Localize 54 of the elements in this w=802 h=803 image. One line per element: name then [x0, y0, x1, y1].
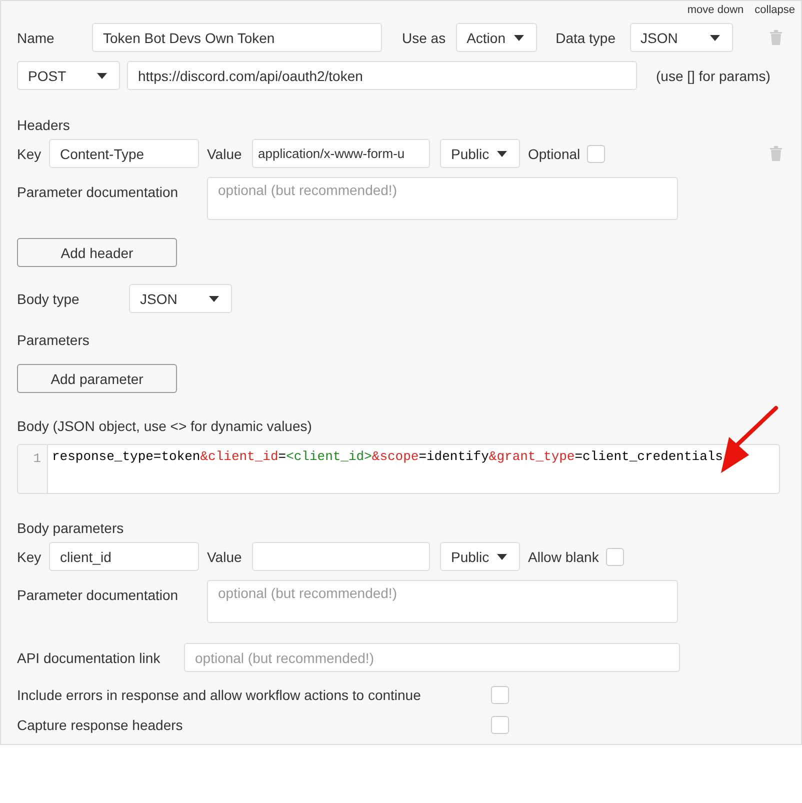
header-key-field[interactable]: Content-Type [49, 139, 199, 168]
code-line: response_type=token&client_id=<client_id>&scope=identify&grant_type=client_credentials [51, 448, 724, 466]
add-header-button[interactable]: Add header [17, 238, 177, 267]
field-label: Value [207, 146, 243, 162]
add-parameter-button[interactable]: Add parameter [17, 364, 177, 393]
field-label: Optional [528, 146, 580, 162]
header-link[interactable]: move down [687, 4, 744, 23]
documentation-field[interactable]: optional (but recommended!) [207, 177, 678, 220]
field-label: Body type [17, 290, 80, 306]
field-label: Parameter documentation [17, 184, 180, 200]
caret-icon [514, 34, 524, 40]
caret-icon [497, 150, 507, 156]
documentation-field[interactable]: optional (but recommended!) [207, 580, 678, 623]
option-label: Capture response headers [17, 717, 184, 733]
section-title: Body (JSON object, use <> for dynamic values) [17, 418, 312, 434]
caret-icon [97, 72, 107, 78]
caret-icon [710, 34, 720, 40]
field-label: Name [17, 30, 56, 46]
field-label: Parameter documentation [17, 587, 180, 603]
option-checkbox[interactable] [491, 686, 509, 704]
code-editor[interactable]: 1 response_type=token&client_id=<client_id>&scope=identify&grant_type=client_credentials [17, 444, 780, 494]
header-link[interactable]: collapse [754, 4, 795, 23]
section-title: Parameters [17, 332, 90, 348]
method-dropdown[interactable]: POST [17, 61, 120, 90]
caret-icon [209, 296, 219, 302]
url-hint: (use [] for params) [656, 68, 770, 84]
param-value-field[interactable] [252, 542, 430, 571]
body-type-dropdown[interactable]: JSON [129, 284, 232, 313]
field-label: API documentation link [17, 650, 162, 666]
allow-blank-checkbox[interactable] [606, 548, 624, 566]
privacy-dropdown[interactable]: Public [440, 139, 520, 168]
field-label: Use as [402, 30, 446, 46]
param-key-field[interactable]: client_id [49, 542, 199, 571]
field-label: Value [207, 548, 243, 564]
field-label: Data type [556, 30, 616, 46]
field-label: Key [17, 548, 42, 564]
trash-icon[interactable] [770, 146, 782, 161]
section-title: Body parameters [17, 520, 124, 536]
field-label: Key [17, 146, 42, 162]
field-label: Allow blank [528, 548, 599, 564]
url-field[interactable]: https://discord.com/api/oauth2/token [127, 61, 637, 90]
section-title: Headers [17, 117, 70, 133]
option-label: Include errors in response and allow workflow actions to continue [17, 687, 422, 703]
use-as-dropdown[interactable]: Action [456, 23, 537, 52]
option-checkbox[interactable] [491, 716, 509, 734]
line-number: 1 [33, 451, 41, 466]
api-doc-link-field[interactable]: optional (but recommended!) [184, 643, 680, 672]
header-value-field[interactable]: application/x-www-form-u [252, 139, 430, 168]
data-type-dropdown[interactable]: JSON [630, 23, 733, 52]
privacy-dropdown[interactable]: Public [440, 542, 520, 571]
caret-icon [497, 554, 507, 560]
trash-icon[interactable] [770, 30, 782, 45]
optional-checkbox[interactable] [587, 144, 606, 162]
name-field[interactable]: Token Bot Devs Own Token [92, 23, 382, 52]
